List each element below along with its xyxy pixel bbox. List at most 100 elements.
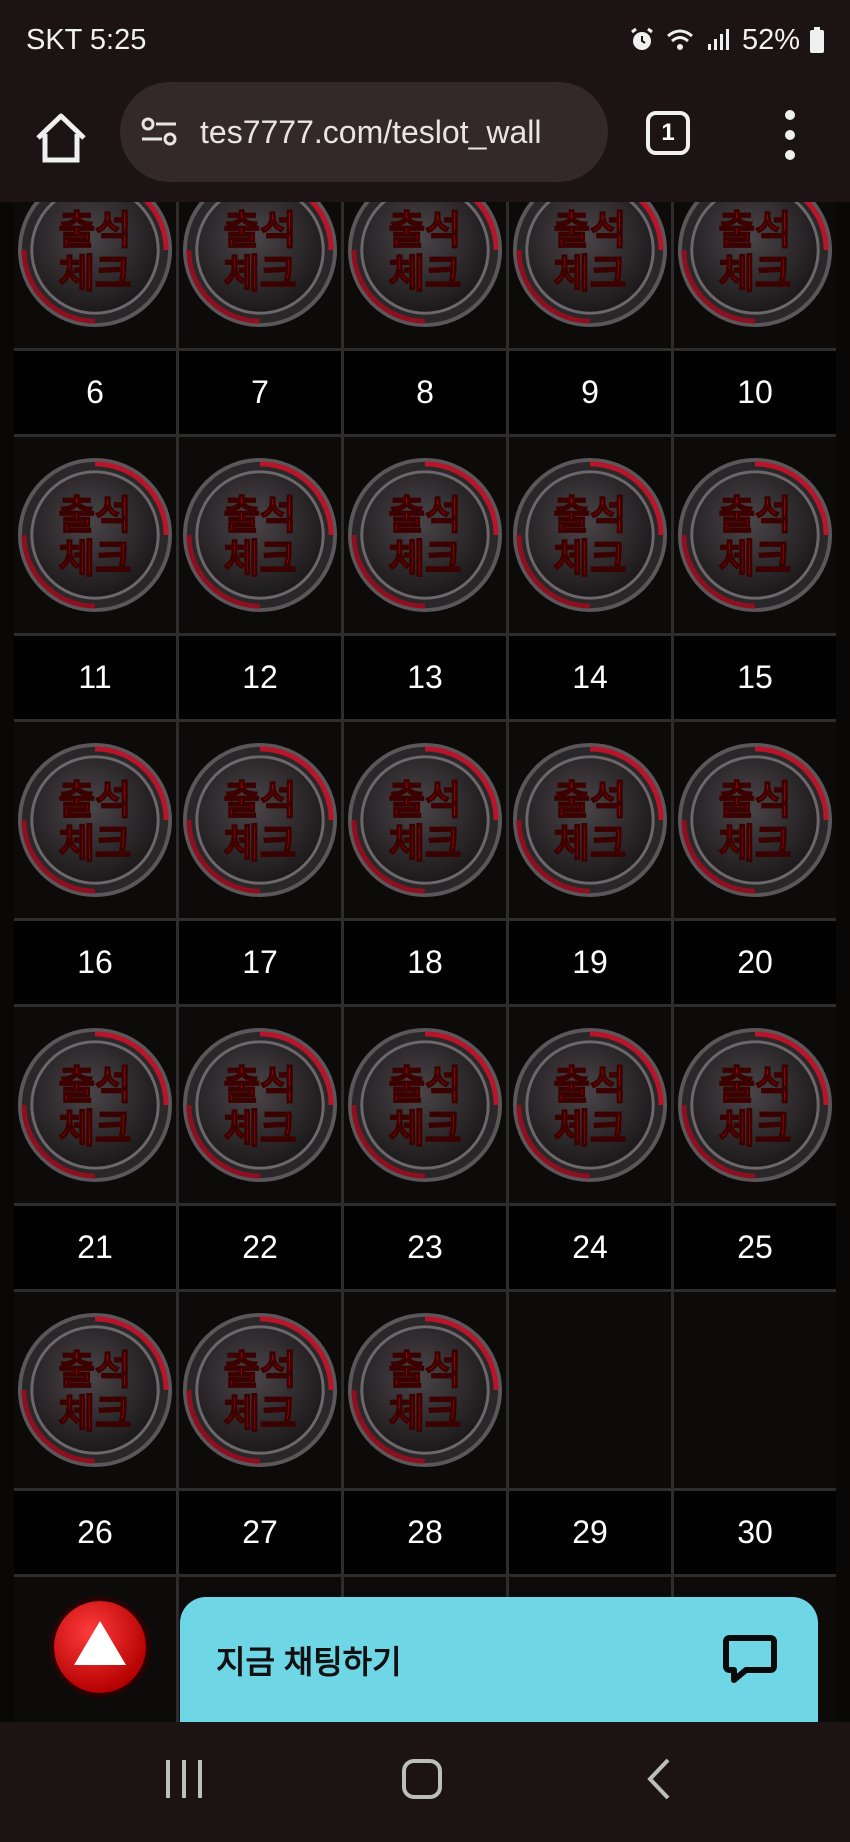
- attendance-check-badge-icon: 출석체크: [17, 457, 173, 613]
- calendar-stamp-cell: [674, 1292, 836, 1488]
- badge-text-line2: 체크: [389, 1392, 462, 1438]
- chat-now-button[interactable]: 지금 채팅하기: [180, 1597, 818, 1722]
- calendar-day-number: 20: [674, 921, 836, 1004]
- badge-text-line1: 출석: [554, 778, 627, 824]
- address-bar[interactable]: tes7777.com/teslot_wall: [120, 82, 608, 182]
- calendar-stamp-cell: 출석 체크: [344, 202, 506, 348]
- chat-now-label: 지금 채팅하기: [216, 1643, 402, 1680]
- badge-text-line2: 체크: [59, 1392, 132, 1438]
- badge-text-line1: 출석: [59, 493, 132, 539]
- badge-text-line1: 출석: [224, 208, 297, 254]
- calendar-stamp-cell: 출석 체크: [344, 1007, 506, 1203]
- carrier-time: SKT 5:25: [26, 23, 147, 56]
- attendance-check-badge-icon: 출석체크: [512, 742, 668, 898]
- home-nav-icon[interactable]: [400, 1758, 444, 1800]
- badge-text-line1: 출석: [719, 1063, 792, 1109]
- calendar-stamp-cell: 출석 체크: [14, 722, 176, 918]
- calendar-stamp-cell: [509, 1292, 671, 1488]
- attendance-check-badge-icon: 출석체크: [182, 1312, 338, 1468]
- system-nav-bar: [0, 1722, 850, 1842]
- calendar-stamp-cell: 출석 체크: [509, 202, 671, 348]
- url-text: tes7777.com/teslot_wall: [200, 113, 542, 150]
- calendar-day-number: 15: [674, 636, 836, 719]
- calendar-stamp-cell: 출석 체크: [509, 722, 671, 918]
- calendar-day-number: 12: [179, 636, 341, 719]
- badge-text-line1: 출석: [389, 493, 462, 539]
- recent-apps-icon[interactable]: [162, 1758, 206, 1800]
- calendar-stamp-cell: 출석 체크: [179, 202, 341, 348]
- back-icon[interactable]: [644, 1758, 674, 1800]
- badge-text-line2: 체크: [389, 1107, 462, 1153]
- attendance-check-badge-icon: 출석체크: [347, 1312, 503, 1468]
- attendance-check-badge-icon: 출석체크: [17, 742, 173, 898]
- badge-text-line1: 출석: [224, 1063, 297, 1109]
- calendar-day-number: 29: [509, 1491, 671, 1574]
- badge-text-line2: 체크: [554, 252, 627, 298]
- badge-text-line1: 출석: [554, 1063, 627, 1109]
- calendar-stamp-cell: 출석 체크: [509, 437, 671, 633]
- status-bar: SKT 5:25 52%: [0, 0, 850, 80]
- badge-text-line1: 출석: [59, 208, 132, 254]
- attendance-check-badge-icon: 출석체크: [17, 1312, 173, 1468]
- attendance-check-badge-icon: 출석체크: [347, 457, 503, 613]
- attendance-check-badge-icon: 출석체크: [677, 202, 833, 328]
- attendance-check-badge-icon: 출석체크: [512, 457, 668, 613]
- attendance-check-badge-icon: 출석체크: [347, 742, 503, 898]
- calendar-stamp-cell: 출석 체크: [179, 1292, 341, 1488]
- scroll-to-top-icon[interactable]: [50, 1597, 150, 1697]
- calendar-stamp-cell: 출석 체크: [14, 202, 176, 348]
- attendance-check-badge-icon: 출석체크: [17, 1027, 173, 1183]
- attendance-check-badge-icon: 출석체크: [347, 202, 503, 328]
- battery-percent: 52%: [741, 23, 800, 56]
- calendar-stamp-cell: 출석 체크: [179, 437, 341, 633]
- attendance-check-badge-icon: 출석체크: [512, 1027, 668, 1183]
- badge-text-line2: 체크: [59, 1107, 132, 1153]
- calendar-day-number: 22: [179, 1206, 341, 1289]
- badge-text-line2: 체크: [59, 252, 132, 298]
- attendance-check-badge-icon: 출석체크: [677, 1027, 833, 1183]
- calendar-stamp-cell: 출석 체크: [509, 1007, 671, 1203]
- badge-text-line1: 출석: [224, 493, 297, 539]
- calendar-day-number: 13: [344, 636, 506, 719]
- badge-text-line2: 체크: [224, 537, 297, 583]
- alarm-icon: [631, 27, 653, 50]
- badge-text-line1: 출석: [389, 208, 462, 254]
- more-menu-icon[interactable]: [778, 110, 802, 160]
- calendar-day-number: 8: [344, 351, 506, 434]
- badge-text-line1: 출석: [59, 1063, 132, 1109]
- signal-icon: [707, 29, 729, 50]
- calendar-day-number: 18: [344, 921, 506, 1004]
- calendar-stamp-cell: 출석 체크: [674, 1007, 836, 1203]
- calendar-day-number: 30: [674, 1491, 836, 1574]
- badge-text-line1: 출석: [224, 778, 297, 824]
- calendar-day-number: 16: [14, 921, 176, 1004]
- calendar-stamp-cell: 출석 체크: [14, 1007, 176, 1203]
- badge-text-line2: 체크: [224, 252, 297, 298]
- badge-text-line1: 출석: [59, 778, 132, 824]
- home-icon[interactable]: [30, 108, 92, 170]
- page-content: 출석 체크 출석 체크 출석 체크 출석 체크 출석 체크 6 7 8 9 10 출석 체크 출석 체크 출석 체크 출석…: [14, 202, 836, 1722]
- battery-icon: [810, 27, 824, 53]
- attendance-check-badge-icon: 출석체크: [347, 1027, 503, 1183]
- attendance-check-badge-icon: 출석체크: [182, 742, 338, 898]
- calendar-day-number: 24: [509, 1206, 671, 1289]
- attendance-check-badge-icon: 출석체크: [182, 457, 338, 613]
- site-settings-icon[interactable]: [140, 115, 180, 149]
- badge-text-line2: 체크: [719, 252, 792, 298]
- badge-text-line2: 체크: [224, 1392, 297, 1438]
- attendance-check-badge-icon: 출석체크: [677, 742, 833, 898]
- calendar-day-number: 14: [509, 636, 671, 719]
- badge-text-line2: 체크: [224, 822, 297, 868]
- badge-text-line1: 출석: [389, 778, 462, 824]
- badge-text-line2: 체크: [389, 537, 462, 583]
- calendar-stamp-cell: 출석 체크: [344, 1292, 506, 1488]
- badge-text-line1: 출석: [389, 1348, 462, 1394]
- attendance-check-badge-icon: 출석체크: [182, 202, 338, 328]
- tab-switcher-button[interactable]: 1: [646, 111, 690, 155]
- calendar-stamp-cell: 출석 체크: [674, 722, 836, 918]
- calendar-stamp-cell: 출석 체크: [674, 437, 836, 633]
- calendar-day-number: 21: [14, 1206, 176, 1289]
- badge-text-line1: 출석: [719, 778, 792, 824]
- calendar-day-number: 9: [509, 351, 671, 434]
- calendar-stamp-cell: 출석 체크: [344, 722, 506, 918]
